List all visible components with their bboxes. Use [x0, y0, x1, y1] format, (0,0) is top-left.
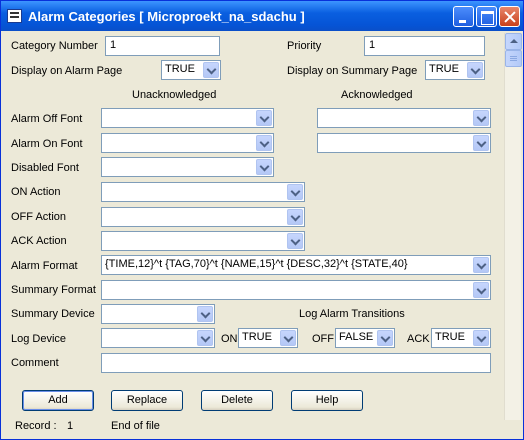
comment-label: Comment [11, 357, 59, 369]
chevron-down-icon[interactable] [377, 330, 393, 346]
alarm-on-font-ack-select[interactable] [317, 133, 491, 153]
alarm-format-value: {TIME,12}^t {TAG,70}^t {NAME,15}^t {DESC… [105, 258, 408, 270]
chevron-down-icon[interactable] [197, 306, 213, 322]
chevron-down-icon[interactable] [280, 330, 296, 346]
category-number-label: Category Number [11, 40, 98, 52]
chevron-down-icon[interactable] [203, 62, 219, 78]
chevron-down-icon[interactable] [287, 233, 303, 249]
minimize-icon[interactable] [453, 6, 474, 27]
alarm-on-font-label: Alarm On Font [11, 138, 83, 150]
comment-input[interactable] [101, 353, 491, 373]
chevron-down-icon[interactable] [256, 110, 272, 126]
display-on-summary-page-value: TRUE [429, 63, 459, 75]
on-action-select[interactable] [101, 182, 305, 202]
display-on-summary-page-label: Display on Summary Page [287, 65, 418, 77]
log-ack-value: TRUE [435, 331, 465, 343]
window-title: Alarm Categories [ Microproekt_na_sdachu… [28, 9, 305, 24]
log-ack-select[interactable]: TRUE [431, 328, 491, 348]
priority-label: Priority [287, 40, 322, 52]
disabled-font-select[interactable] [101, 157, 274, 177]
log-ack-label: ACK [407, 333, 430, 345]
log-on-label: ON [221, 333, 238, 345]
ack-action-select[interactable] [101, 231, 305, 251]
help-button[interactable]: Help [291, 390, 363, 411]
chevron-down-icon[interactable] [473, 135, 489, 151]
delete-button[interactable]: Delete [201, 390, 273, 411]
alarm-on-font-unack-select[interactable] [101, 133, 274, 153]
category-number-input[interactable]: 1 [105, 36, 220, 56]
alarm-off-font-ack-select[interactable] [317, 108, 491, 128]
alarm-format-select[interactable]: {TIME,12}^t {TAG,70}^t {NAME,15}^t {DESC… [101, 255, 491, 275]
display-on-alarm-page-select[interactable]: TRUE [161, 60, 221, 80]
alarm-categories-window: Alarm Categories [ Microproekt_na_sdachu… [0, 0, 524, 440]
off-action-label: OFF Action [11, 211, 67, 223]
summary-format-label: Summary Format [11, 284, 96, 296]
log-alarm-transitions-label: Log Alarm Transitions [299, 308, 405, 320]
display-on-alarm-page-label: Display on Alarm Page [11, 65, 123, 77]
title-bar[interactable]: Alarm Categories [ Microproekt_na_sdachu… [1, 1, 523, 31]
on-action-label: ON Action [11, 186, 61, 198]
log-device-select[interactable] [101, 328, 215, 348]
chevron-down-icon[interactable] [473, 282, 489, 298]
record-number: 1 [67, 420, 74, 432]
chevron-down-icon[interactable] [473, 330, 489, 346]
display-on-summary-page-select[interactable]: TRUE [425, 60, 485, 80]
status-message: End of file [111, 420, 160, 432]
close-icon[interactable] [499, 6, 520, 27]
log-off-label: OFF [312, 333, 334, 345]
summary-device-label: Summary Device [11, 308, 95, 320]
summary-format-select[interactable] [101, 280, 491, 300]
log-on-value: TRUE [242, 331, 272, 343]
scroll-up-arrow-icon[interactable] [505, 33, 522, 50]
chevron-down-icon[interactable] [467, 62, 483, 78]
record-label: Record : [15, 420, 57, 432]
chevron-down-icon[interactable] [473, 110, 489, 126]
display-on-alarm-page-value: TRUE [165, 63, 195, 75]
add-button[interactable]: Add [22, 390, 94, 411]
chevron-down-icon[interactable] [256, 159, 272, 175]
chevron-down-icon[interactable] [287, 184, 303, 200]
alarm-off-font-label: Alarm Off Font [11, 113, 83, 125]
chevron-down-icon[interactable] [287, 209, 303, 225]
maximize-icon[interactable] [476, 6, 497, 27]
log-off-select[interactable]: FALSE [335, 328, 395, 348]
scrollbar-thumb[interactable] [505, 50, 522, 67]
disabled-font-label: Disabled Font [11, 162, 79, 174]
chevron-down-icon[interactable] [197, 330, 213, 346]
off-action-select[interactable] [101, 207, 305, 227]
summary-device-select[interactable] [101, 304, 215, 324]
priority-input[interactable]: 1 [364, 36, 485, 56]
replace-button[interactable]: Replace [111, 390, 183, 411]
log-device-label: Log Device [11, 333, 67, 345]
unacknowledged-header: Unacknowledged [132, 89, 217, 101]
alarm-off-font-unack-select[interactable] [101, 108, 274, 128]
vertical-scrollbar[interactable] [504, 33, 522, 420]
log-off-value: FALSE [339, 331, 374, 343]
log-on-select[interactable]: TRUE [238, 328, 298, 348]
acknowledged-header: Acknowledged [341, 89, 413, 101]
ack-action-label: ACK Action [11, 235, 67, 247]
chevron-down-icon[interactable] [256, 135, 272, 151]
chevron-down-icon[interactable] [473, 257, 489, 273]
window-app-icon[interactable] [7, 9, 22, 23]
alarm-format-label: Alarm Format [11, 260, 78, 272]
